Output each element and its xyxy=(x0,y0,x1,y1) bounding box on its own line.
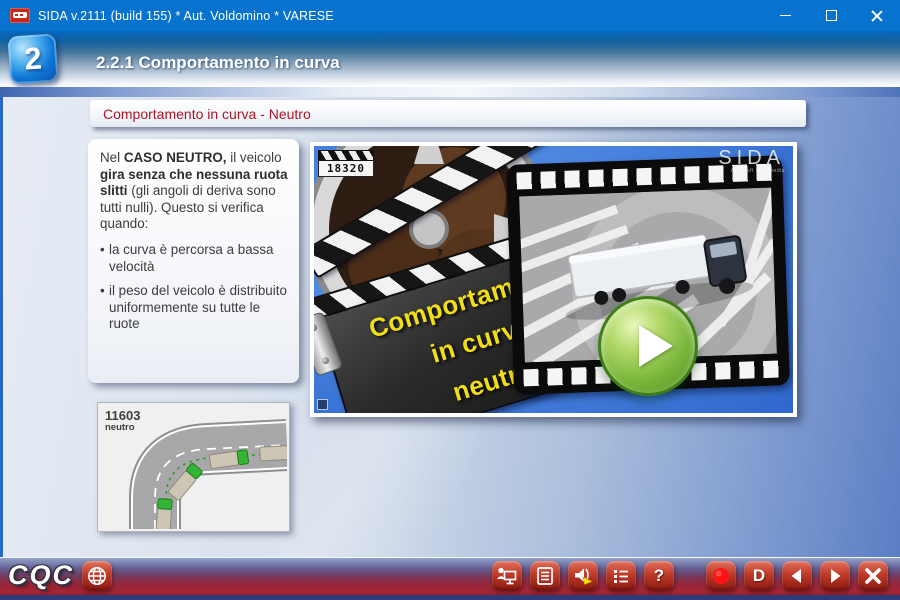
maximize-icon xyxy=(826,10,837,21)
index-list-button[interactable] xyxy=(606,561,636,591)
video-thumbnail-panel[interactable]: Comportamento in curva neutro xyxy=(310,142,797,417)
cqc-logo: CQC xyxy=(8,560,74,591)
chapter-title: 2.2.1 Comportamento in curva xyxy=(96,53,340,73)
mini-clapper-icon xyxy=(318,150,374,161)
lesson-paragraph: Nel CASO NEUTRO, il veicolo gira senza c… xyxy=(100,150,290,233)
next-button[interactable] xyxy=(820,561,850,591)
chapter-badge: 2 xyxy=(7,33,58,84)
chapter-header: 2 2.2.1 Comportamento in curva xyxy=(0,31,900,87)
window-titlebar: SIDA v.2111 (build 155) * Aut. Voldomino… xyxy=(0,0,900,31)
globe-button[interactable] xyxy=(82,561,112,591)
record-button[interactable] xyxy=(706,561,736,591)
header-divider xyxy=(0,87,900,97)
text-page-button[interactable] xyxy=(530,561,560,591)
sida-window: SIDA v.2111 (build 155) * Aut. Voldomino… xyxy=(0,0,900,600)
minimize-button[interactable] xyxy=(762,0,808,31)
previous-button[interactable] xyxy=(782,561,812,591)
curve-label: neutro xyxy=(105,422,135,433)
curve-diagram-thumbnail: 11603 neutro xyxy=(97,402,290,532)
next-icon xyxy=(824,565,846,587)
clip-number-tag: 18320 xyxy=(318,150,374,177)
record-icon xyxy=(710,565,732,587)
curve-code: 11603 xyxy=(105,408,140,423)
sida-watermark: SIDA AutoSoft Multimedia xyxy=(718,148,785,174)
exit-button[interactable] xyxy=(858,561,888,591)
clip-number: 18320 xyxy=(318,161,374,177)
bus-icon xyxy=(10,8,30,23)
close-icon xyxy=(871,10,883,22)
teacher-screen-icon xyxy=(496,565,518,587)
audio-button[interactable] xyxy=(568,561,598,591)
play-button[interactable] xyxy=(598,296,698,396)
dictionary-icon: D xyxy=(753,566,765,586)
previous-icon xyxy=(786,565,808,587)
dictionary-button[interactable]: D xyxy=(744,561,774,591)
section-title-bar: Comportamento in curva - Neutro xyxy=(90,100,806,127)
audio-speaker-icon xyxy=(571,564,595,588)
list-item: •il peso del veicolo è distribuito unifo… xyxy=(100,283,290,333)
footer-strip xyxy=(0,595,900,600)
maximize-button[interactable] xyxy=(808,0,854,31)
teacher-screen-button[interactable] xyxy=(492,561,522,591)
list-item: •la curva è percorsa a bassa velocità xyxy=(100,242,290,275)
window-title: SIDA v.2111 (build 155) * Aut. Voldomino… xyxy=(38,9,334,23)
exit-icon xyxy=(862,565,884,587)
close-button[interactable] xyxy=(854,0,900,31)
window-controls xyxy=(762,0,900,31)
help-icon: ? xyxy=(654,566,664,586)
text-page-icon xyxy=(534,565,556,587)
media-marker-icon xyxy=(317,399,328,410)
toolbar-buttons: ? D xyxy=(492,561,888,591)
globe-icon xyxy=(86,565,108,587)
lesson-text-card: Nel CASO NEUTRO, il veicolo gira senza c… xyxy=(88,139,299,383)
index-list-icon xyxy=(610,565,632,587)
window-left-border xyxy=(0,97,3,600)
lesson-bullets: •la curva è percorsa a bassa velocità •i… xyxy=(100,242,290,333)
help-button[interactable]: ? xyxy=(644,561,674,591)
minimize-icon xyxy=(780,15,791,17)
section-title: Comportamento in curva - Neutro xyxy=(90,106,311,122)
